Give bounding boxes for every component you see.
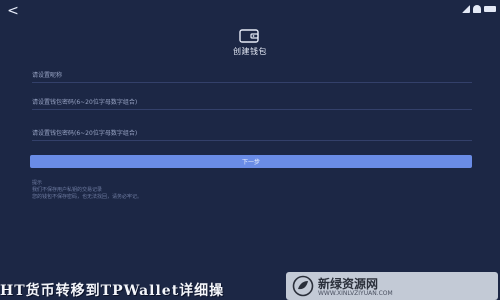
notice-line-2: 您的钱包不保存密码，也无法找回，请务必牢记。: [32, 194, 143, 200]
wifi-icon: [473, 5, 481, 13]
page-title: 创建钱包: [233, 47, 267, 56]
leaf-logo-icon: [292, 275, 314, 297]
status-icons: [462, 4, 496, 14]
badge-url: WWW.XINLVZIYUAN.COM: [318, 290, 393, 297]
notice-title: 提示: [32, 180, 43, 186]
status-bar: <: [0, 0, 500, 30]
notice-line-1: 我们不保存用户私钥的交易记录: [32, 187, 103, 193]
watermark-badge: 新绿资源网 WWW.XINLVZIYUAN.COM: [286, 272, 498, 300]
password-input[interactable]: [32, 95, 472, 110]
next-button[interactable]: 下一步: [30, 155, 472, 168]
signal-icon: [462, 5, 470, 13]
confirm-password-input[interactable]: [32, 126, 472, 141]
watermark-caption: HT货币转移到TPWallet详细操: [0, 283, 225, 299]
nickname-input[interactable]: [32, 68, 472, 83]
battery-icon: [484, 6, 496, 12]
back-icon[interactable]: <: [6, 3, 20, 19]
notice: 提示 我们不保存用户私钥的交易记录 您的钱包不保存密码，也无法找回，请务必牢记。: [32, 180, 452, 201]
wallet-icon: [239, 29, 259, 43]
